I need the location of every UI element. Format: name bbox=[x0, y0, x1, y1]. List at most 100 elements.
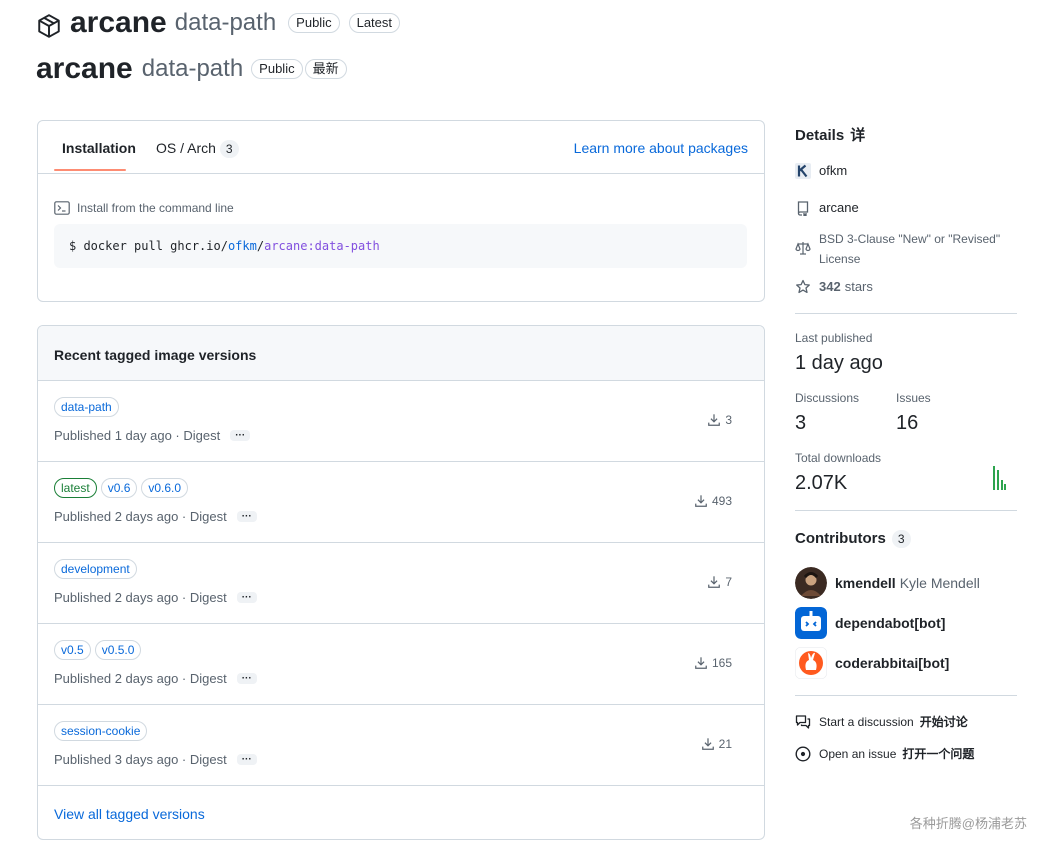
license-link[interactable]: BSD 3-Clause "New" or "Revised" License bbox=[795, 229, 1017, 269]
visibility-badge: Public bbox=[288, 13, 340, 33]
stars-label: stars bbox=[844, 279, 873, 294]
star-icon bbox=[796, 279, 810, 294]
start-discussion-label-cn: 开始讨论 bbox=[919, 715, 968, 729]
stars-count: 342 bbox=[819, 279, 841, 294]
version-published: Published 1 day ago · Digest bbox=[54, 428, 221, 443]
issue-opened-icon bbox=[795, 745, 811, 762]
digest-expand-button[interactable]: ··· bbox=[236, 511, 257, 522]
issues-value[interactable]: 16 bbox=[896, 412, 918, 435]
version-published: Published 3 days ago · Digest bbox=[54, 752, 227, 767]
digest-expand-button[interactable]: ··· bbox=[236, 673, 257, 684]
tab-os-arch-label: OS / Arch bbox=[156, 140, 216, 156]
contributors-title: Contributors bbox=[795, 530, 886, 547]
version-row: latest v0.6 v0.6.0 Published 2 days ago … bbox=[38, 462, 764, 543]
view-all-versions-link[interactable]: View all tagged versions bbox=[54, 806, 205, 822]
contributors-heading: Contributors 3 bbox=[795, 530, 1017, 548]
law-scale-icon bbox=[795, 242, 811, 255]
download-count: 21 bbox=[718, 737, 732, 751]
version-row: development Published 2 days ago · Diges… bbox=[38, 543, 764, 624]
owner-link[interactable]: ofkm bbox=[795, 163, 1017, 179]
download-count: 165 bbox=[711, 656, 732, 670]
version-tag[interactable]: v0.6 bbox=[100, 478, 138, 498]
command-owner: ofkm bbox=[227, 239, 257, 253]
details-title-cn: 详 bbox=[850, 127, 866, 144]
contributors-count: 3 bbox=[891, 530, 911, 548]
license-name: BSD 3-Clause "New" or "Revised" License bbox=[819, 232, 1001, 266]
version-downloads: 7 bbox=[707, 575, 732, 589]
package-name: arcane bbox=[70, 6, 167, 39]
tab-os-arch[interactable]: OS / Arch 3 bbox=[156, 140, 239, 158]
tagged-versions-header: Recent tagged image versions bbox=[38, 326, 764, 381]
command-prefix: $ docker pull ghcr.io/ bbox=[69, 239, 228, 253]
discussions-label: Discussions bbox=[795, 391, 860, 405]
digest-expand-button[interactable]: ··· bbox=[236, 592, 257, 603]
latest-badge: 最新 bbox=[304, 59, 347, 79]
download-icon bbox=[708, 414, 721, 426]
package-name: arcane bbox=[36, 52, 133, 85]
start-discussion-link[interactable]: Start a discussion 开始讨论 bbox=[795, 713, 1017, 730]
docker-pull-command[interactable]: $ docker pull ghcr.io/ofkm/arcane:data-p… bbox=[54, 224, 747, 268]
contributor-item[interactable]: dependabot[bot] bbox=[795, 607, 1017, 639]
latest-badge: Latest bbox=[348, 13, 401, 33]
stars-link[interactable]: 342 stars bbox=[795, 279, 1017, 295]
version-published: Published 2 days ago · Digest bbox=[54, 671, 227, 686]
divider bbox=[795, 313, 1017, 314]
package-title-cn: arcane data-path Public 最新 bbox=[36, 52, 347, 86]
open-issue-label-cn: 打开一个问题 bbox=[902, 747, 975, 761]
version-tag[interactable]: development bbox=[54, 559, 137, 579]
command-slash: / bbox=[256, 239, 265, 253]
last-published-label: Last published bbox=[795, 331, 873, 345]
open-issue-link[interactable]: Open an issue 打开一个问题 bbox=[795, 745, 1017, 762]
contributor-login: kmendell bbox=[835, 575, 896, 591]
digest-expand-button[interactable]: ··· bbox=[230, 430, 251, 441]
version-tag[interactable]: v0.5 bbox=[54, 640, 91, 660]
tab-os-arch-count: 3 bbox=[219, 140, 239, 158]
download-count: 493 bbox=[711, 494, 732, 508]
version-row: session-cookie Published 3 days ago · Di… bbox=[38, 705, 764, 786]
package-title-en: arcane data-path Public Latest bbox=[36, 6, 401, 40]
version-downloads: 165 bbox=[694, 656, 732, 670]
version-published: Published 2 days ago · Digest bbox=[54, 509, 227, 524]
contributor-login: dependabot[bot] bbox=[835, 615, 946, 631]
version-downloads: 21 bbox=[701, 737, 732, 751]
package-tag: data-path bbox=[174, 9, 277, 36]
issues-label: Issues bbox=[896, 391, 931, 405]
total-downloads-value: 2.07K bbox=[795, 472, 848, 494]
terminal-icon bbox=[54, 201, 70, 215]
repo-link[interactable]: arcane bbox=[795, 200, 1017, 216]
tagged-versions-title: Recent tagged image versions bbox=[54, 347, 257, 363]
kmendell-avatar bbox=[795, 567, 827, 599]
owner-name: ofkm bbox=[819, 163, 848, 178]
download-icon bbox=[695, 495, 707, 507]
divider bbox=[795, 695, 1017, 696]
open-issue-label: Open an issue bbox=[819, 746, 897, 761]
version-tag[interactable]: latest bbox=[54, 478, 97, 498]
contributor-item[interactable]: coderabbitai[bot] bbox=[795, 647, 1017, 679]
version-tag[interactable]: v0.5.0 bbox=[94, 640, 142, 660]
download-icon bbox=[708, 576, 721, 588]
download-icon bbox=[701, 738, 714, 750]
active-tab-indicator bbox=[54, 169, 126, 171]
digest-expand-button[interactable]: ··· bbox=[236, 754, 257, 765]
version-published: Published 2 days ago · Digest bbox=[54, 590, 227, 605]
dependabot-avatar bbox=[795, 607, 827, 639]
coderabbit-avatar bbox=[795, 647, 827, 679]
total-downloads-label: Total downloads bbox=[795, 451, 882, 465]
version-tag[interactable]: v0.6.0 bbox=[141, 478, 189, 498]
last-published-value: 1 day ago bbox=[795, 352, 883, 374]
contributor-item[interactable]: kmendell Kyle Mendell bbox=[795, 567, 1017, 599]
learn-more-link[interactable]: Learn more about packages bbox=[574, 140, 748, 156]
tagged-versions-panel: Recent tagged image versions data-path P… bbox=[37, 325, 765, 840]
installation-panel: Installation OS / Arch 3 Learn more about… bbox=[37, 120, 765, 302]
visibility-badge: Public bbox=[251, 59, 303, 79]
download-count: 7 bbox=[725, 575, 732, 589]
command-image: arcane:data-path bbox=[264, 239, 380, 253]
package-tag: data-path bbox=[141, 55, 244, 82]
version-downloads: 493 bbox=[694, 494, 732, 508]
version-tag[interactable]: session-cookie bbox=[54, 721, 148, 741]
discussions-value[interactable]: 3 bbox=[795, 412, 806, 435]
package-icon bbox=[38, 14, 60, 38]
tab-installation[interactable]: Installation bbox=[62, 140, 136, 156]
version-tag[interactable]: data-path bbox=[54, 397, 119, 417]
repo-name: arcane bbox=[819, 200, 859, 215]
